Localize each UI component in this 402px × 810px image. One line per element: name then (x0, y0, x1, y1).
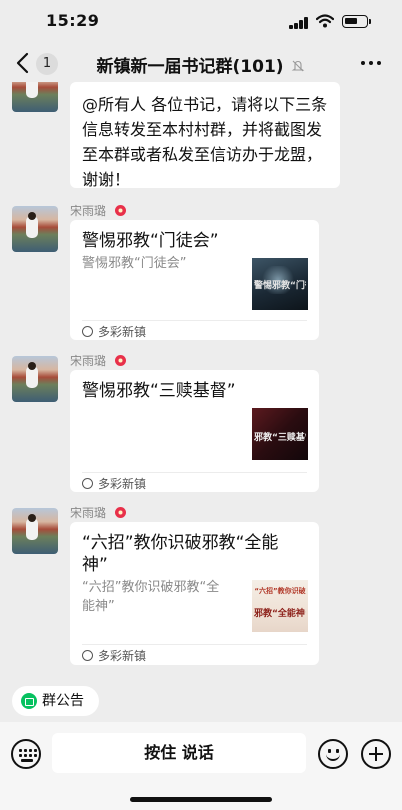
sender-name-wrap: 宋雨璐 (70, 504, 127, 521)
source-name: 多彩新镇 (98, 649, 147, 663)
avatar[interactable] (12, 508, 58, 554)
sender-name: 宋雨璐 (70, 506, 107, 520)
chat-header: 1 新镇新一届书记群(101) (0, 44, 402, 82)
card-divider (82, 472, 307, 473)
sender-name-wrap: 宋雨璐 (70, 352, 127, 369)
card-thumbnail: “六招”教你识破 邪教“全能神” (252, 580, 308, 632)
thumbnail-text: 警惕邪教“门徒会” (254, 281, 306, 291)
text-bubble[interactable]: @所有人 各位书记，请将以下三条信息转发至本村村群，并将截图发至本群或者私发至信… (70, 82, 340, 189)
home-indicator (130, 797, 272, 802)
avatar[interactable] (12, 82, 58, 112)
group-notice-icon (21, 693, 37, 709)
card-source: 多彩新镇 (82, 323, 146, 340)
more-horizontal-icon[interactable] (356, 53, 386, 73)
keyboard-icon[interactable] (11, 739, 41, 769)
source-logo-icon (82, 650, 93, 661)
thumbnail-text: 邪教“三赎基督” (254, 433, 306, 443)
input-bar: 按住 说话 (0, 722, 402, 810)
hold-to-talk-button[interactable]: 按住 说话 (52, 733, 306, 773)
article-card[interactable]: 警惕邪教“三赎基督” 邪教“三赎基督” 多彩新镇 (70, 370, 319, 492)
card-divider (82, 320, 307, 321)
avatar[interactable] (12, 206, 58, 252)
flower-emoji-icon (114, 205, 126, 216)
card-description: “六招”教你识破邪教“全能神” (82, 580, 220, 614)
chat-title-wrap: 新镇新一届书记群(101) (60, 52, 342, 77)
card-title: 警惕邪教“三赎基督” (82, 381, 236, 401)
status-time: 15:29 (46, 11, 100, 30)
source-name: 多彩新镇 (98, 477, 147, 491)
chat-title: 新镇新一届书记群(101) (96, 57, 284, 77)
group-notice-label: 群公告 (42, 693, 84, 709)
group-notice-button[interactable]: 群公告 (12, 686, 99, 716)
thumbnail-text: 邪教“全能神” (254, 609, 306, 619)
avatar[interactable] (12, 356, 58, 402)
card-divider (82, 644, 307, 645)
sender-name: 宋雨璐 (70, 204, 107, 218)
status-bar: 15:29 (0, 0, 402, 44)
source-logo-icon (82, 326, 93, 337)
card-source: 多彩新镇 (82, 475, 146, 492)
wifi-icon (316, 14, 334, 28)
source-name: 多彩新镇 (98, 325, 147, 339)
thumbnail-caption: “六招”教你识破 (254, 587, 306, 595)
unread-count-badge[interactable]: 1 (36, 53, 58, 75)
card-title: “六招”教你识破邪教“全能神” (82, 533, 279, 575)
sender-name: 宋雨璐 (70, 354, 107, 368)
source-logo-icon (82, 478, 93, 489)
flower-emoji-icon (114, 355, 126, 366)
article-card[interactable]: 警惕邪教“门徒会” 警惕邪教“门徒会” 警惕邪教“门徒会” 多彩新镇 (70, 220, 319, 340)
signal-icon (289, 17, 309, 29)
plus-icon[interactable] (361, 739, 391, 769)
flower-emoji-icon (114, 507, 126, 518)
card-title: 警惕邪教“门徒会” (82, 231, 219, 251)
battery-icon (342, 15, 371, 28)
card-thumbnail: 邪教“三赎基督” (252, 408, 308, 460)
bell-slash-icon (292, 60, 305, 72)
sender-name-wrap: 宋雨璐 (70, 202, 127, 219)
chevron-left-icon[interactable] (14, 52, 32, 74)
message-list[interactable]: @所有人 各位书记，请将以下三条信息转发至本村村群，并将截图发至本群或者私发至信… (0, 82, 402, 678)
emoji-icon[interactable] (318, 739, 348, 769)
card-description: 警惕邪教“门徒会” (82, 256, 187, 271)
card-thumbnail: 警惕邪教“门徒会” (252, 258, 308, 310)
card-source: 多彩新镇 (82, 647, 146, 664)
article-card[interactable]: “六招”教你识破邪教“全能神” “六招”教你识破邪教“全能神” “六招”教你识破… (70, 522, 319, 665)
